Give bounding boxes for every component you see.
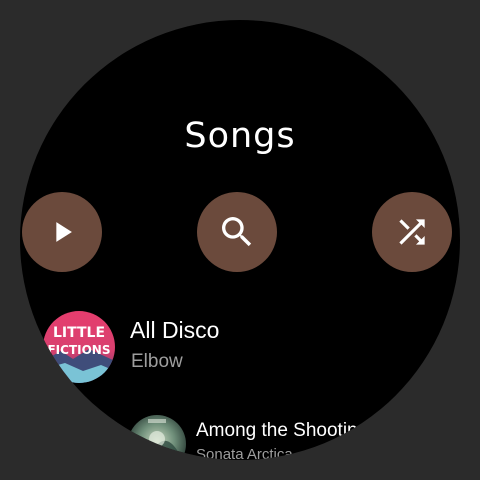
song-list-item[interactable]: LITTLE FICTIONS All Disco Elbow — [20, 305, 460, 385]
watch-bezel: Songs LITTLE FICTIONS All Disco Elbow Am… — [0, 0, 480, 480]
song-artist: Elbow — [131, 351, 183, 372]
album-art — [128, 415, 186, 460]
play-button[interactable] — [22, 192, 102, 272]
svg-text:FICTIONS: FICTIONS — [47, 343, 110, 357]
page-title: Songs — [184, 116, 296, 156]
shuffle-button[interactable] — [372, 192, 452, 272]
album-art: LITTLE FICTIONS — [43, 311, 115, 383]
search-icon — [222, 217, 252, 247]
play-icon — [56, 222, 72, 242]
song-title: Among the Shooting Stars — [196, 420, 418, 441]
song-title: All Disco — [130, 317, 220, 343]
watch-screen: Songs LITTLE FICTIONS All Disco Elbow Am… — [20, 20, 460, 460]
search-button[interactable] — [197, 192, 277, 272]
shuffle-icon — [399, 219, 425, 245]
song-artist: Sonata Arctica — [196, 446, 293, 460]
song-list-item[interactable]: Among the Shooting Stars Sonata Arctica — [20, 410, 460, 460]
svg-text:LITTLE: LITTLE — [53, 325, 105, 341]
